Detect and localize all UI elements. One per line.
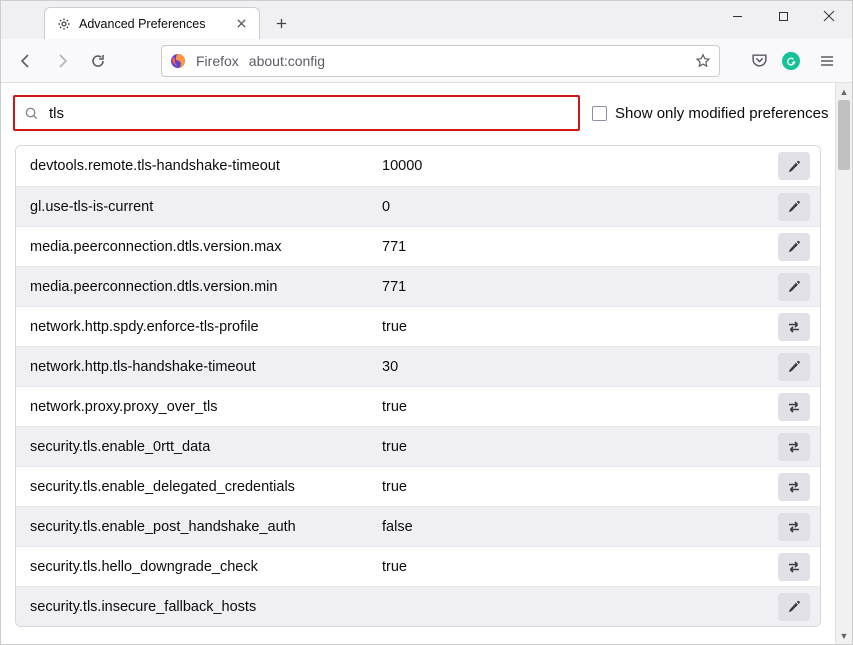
maximize-button[interactable] bbox=[760, 1, 806, 31]
toggle-button[interactable] bbox=[778, 473, 810, 501]
window-controls bbox=[714, 1, 852, 31]
edit-button[interactable] bbox=[778, 193, 810, 221]
pref-row[interactable]: security.tls.insecure_fallback_hosts bbox=[16, 586, 820, 626]
checkbox-icon[interactable] bbox=[592, 106, 607, 121]
pref-name: devtools.remote.tls-handshake-timeout bbox=[30, 158, 382, 174]
pencil-icon bbox=[787, 159, 802, 174]
edit-button[interactable] bbox=[778, 273, 810, 301]
address-bar[interactable]: Firefox about:config bbox=[161, 45, 720, 77]
extension-icon[interactable] bbox=[782, 52, 800, 70]
toggle-button[interactable] bbox=[778, 393, 810, 421]
toggle-icon bbox=[786, 439, 802, 455]
pref-row[interactable]: network.http.tls-handshake-timeout30 bbox=[16, 346, 820, 386]
toggle-icon bbox=[786, 479, 802, 495]
forward-button[interactable] bbox=[47, 46, 77, 76]
pref-row[interactable]: devtools.remote.tls-handshake-timeout100… bbox=[16, 146, 820, 186]
pencil-icon bbox=[787, 199, 802, 214]
pref-name: network.proxy.proxy_over_tls bbox=[30, 399, 382, 415]
pref-row[interactable]: security.tls.hello_downgrade_checktrue bbox=[16, 546, 820, 586]
edit-button[interactable] bbox=[778, 593, 810, 621]
search-row: Show only modified preferences bbox=[1, 89, 835, 141]
close-window-button[interactable] bbox=[806, 1, 852, 31]
toggle-button[interactable] bbox=[778, 553, 810, 581]
show-only-label: Show only modified preferences bbox=[615, 105, 828, 122]
pref-name: network.http.spdy.enforce-tls-profile bbox=[30, 319, 382, 335]
page-content: Show only modified preferences devtools.… bbox=[1, 83, 835, 644]
gear-icon bbox=[57, 17, 71, 31]
toggle-icon bbox=[786, 519, 802, 535]
show-only-modified-toggle[interactable]: Show only modified preferences bbox=[592, 105, 828, 122]
pref-value: true bbox=[382, 399, 778, 415]
edit-button[interactable] bbox=[778, 233, 810, 261]
pref-row[interactable]: gl.use-tls-is-current0 bbox=[16, 186, 820, 226]
url-text: about:config bbox=[249, 53, 325, 69]
scrollbar[interactable]: ▲ ▼ bbox=[835, 83, 852, 644]
toggle-icon bbox=[786, 319, 802, 335]
pencil-icon bbox=[787, 359, 802, 374]
pref-name: security.tls.enable_post_handshake_auth bbox=[30, 519, 382, 535]
search-icon bbox=[23, 105, 39, 121]
minimize-button[interactable] bbox=[714, 1, 760, 31]
back-button[interactable] bbox=[11, 46, 41, 76]
edit-button[interactable] bbox=[778, 353, 810, 381]
pref-name: media.peerconnection.dtls.version.max bbox=[30, 239, 382, 255]
firefox-icon bbox=[170, 53, 186, 69]
pref-value: 771 bbox=[382, 279, 778, 295]
toggle-button[interactable] bbox=[778, 513, 810, 541]
pref-value: 0 bbox=[382, 199, 778, 215]
toolbar: Firefox about:config bbox=[1, 39, 852, 83]
pref-name: security.tls.enable_delegated_credential… bbox=[30, 479, 382, 495]
pref-name: security.tls.hello_downgrade_check bbox=[30, 559, 382, 575]
pref-value: 30 bbox=[382, 359, 778, 375]
pref-row[interactable]: media.peerconnection.dtls.version.min771 bbox=[16, 266, 820, 306]
pref-name: security.tls.enable_0rtt_data bbox=[30, 439, 382, 455]
new-tab-button[interactable] bbox=[266, 8, 296, 38]
toggle-icon bbox=[786, 559, 802, 575]
pref-value: 10000 bbox=[382, 158, 778, 174]
titlebar: Advanced Preferences bbox=[1, 1, 852, 39]
close-tab-icon[interactable] bbox=[233, 16, 249, 32]
pref-value: 771 bbox=[382, 239, 778, 255]
pref-name: media.peerconnection.dtls.version.min bbox=[30, 279, 382, 295]
edit-button[interactable] bbox=[778, 152, 810, 180]
scroll-up-icon[interactable]: ▲ bbox=[836, 83, 852, 100]
pref-row[interactable]: network.http.spdy.enforce-tls-profiletru… bbox=[16, 306, 820, 346]
pref-value: true bbox=[382, 479, 778, 495]
tab-title: Advanced Preferences bbox=[79, 17, 225, 31]
pref-value: true bbox=[382, 439, 778, 455]
bookmark-star-icon[interactable] bbox=[695, 53, 711, 69]
pref-value: false bbox=[382, 519, 778, 535]
reload-button[interactable] bbox=[83, 46, 113, 76]
pref-row[interactable]: network.proxy.proxy_over_tlstrue bbox=[16, 386, 820, 426]
pocket-icon[interactable] bbox=[750, 52, 768, 70]
pref-value: true bbox=[382, 559, 778, 575]
pref-search-input[interactable] bbox=[47, 104, 570, 123]
toggle-button[interactable] bbox=[778, 433, 810, 461]
toggle-icon bbox=[786, 399, 802, 415]
pencil-icon bbox=[787, 279, 802, 294]
pref-search-box[interactable] bbox=[13, 95, 580, 131]
scroll-down-icon[interactable]: ▼ bbox=[836, 627, 852, 644]
viewport: Show only modified preferences devtools.… bbox=[1, 83, 852, 644]
prefs-table: devtools.remote.tls-handshake-timeout100… bbox=[15, 145, 821, 627]
pref-row[interactable]: security.tls.enable_delegated_credential… bbox=[16, 466, 820, 506]
pref-name: gl.use-tls-is-current bbox=[30, 199, 382, 215]
pref-row[interactable]: security.tls.enable_post_handshake_authf… bbox=[16, 506, 820, 546]
scroll-thumb[interactable] bbox=[838, 100, 850, 170]
app-menu-button[interactable] bbox=[812, 46, 842, 76]
browser-tab[interactable]: Advanced Preferences bbox=[44, 7, 260, 39]
pencil-icon bbox=[787, 239, 802, 254]
pref-value: true bbox=[382, 319, 778, 335]
site-identity: Firefox bbox=[196, 53, 239, 69]
toggle-button[interactable] bbox=[778, 313, 810, 341]
pref-name: network.http.tls-handshake-timeout bbox=[30, 359, 382, 375]
pencil-icon bbox=[787, 599, 802, 614]
pref-row[interactable]: security.tls.enable_0rtt_datatrue bbox=[16, 426, 820, 466]
pref-name: security.tls.insecure_fallback_hosts bbox=[30, 599, 382, 615]
pref-row[interactable]: media.peerconnection.dtls.version.max771 bbox=[16, 226, 820, 266]
